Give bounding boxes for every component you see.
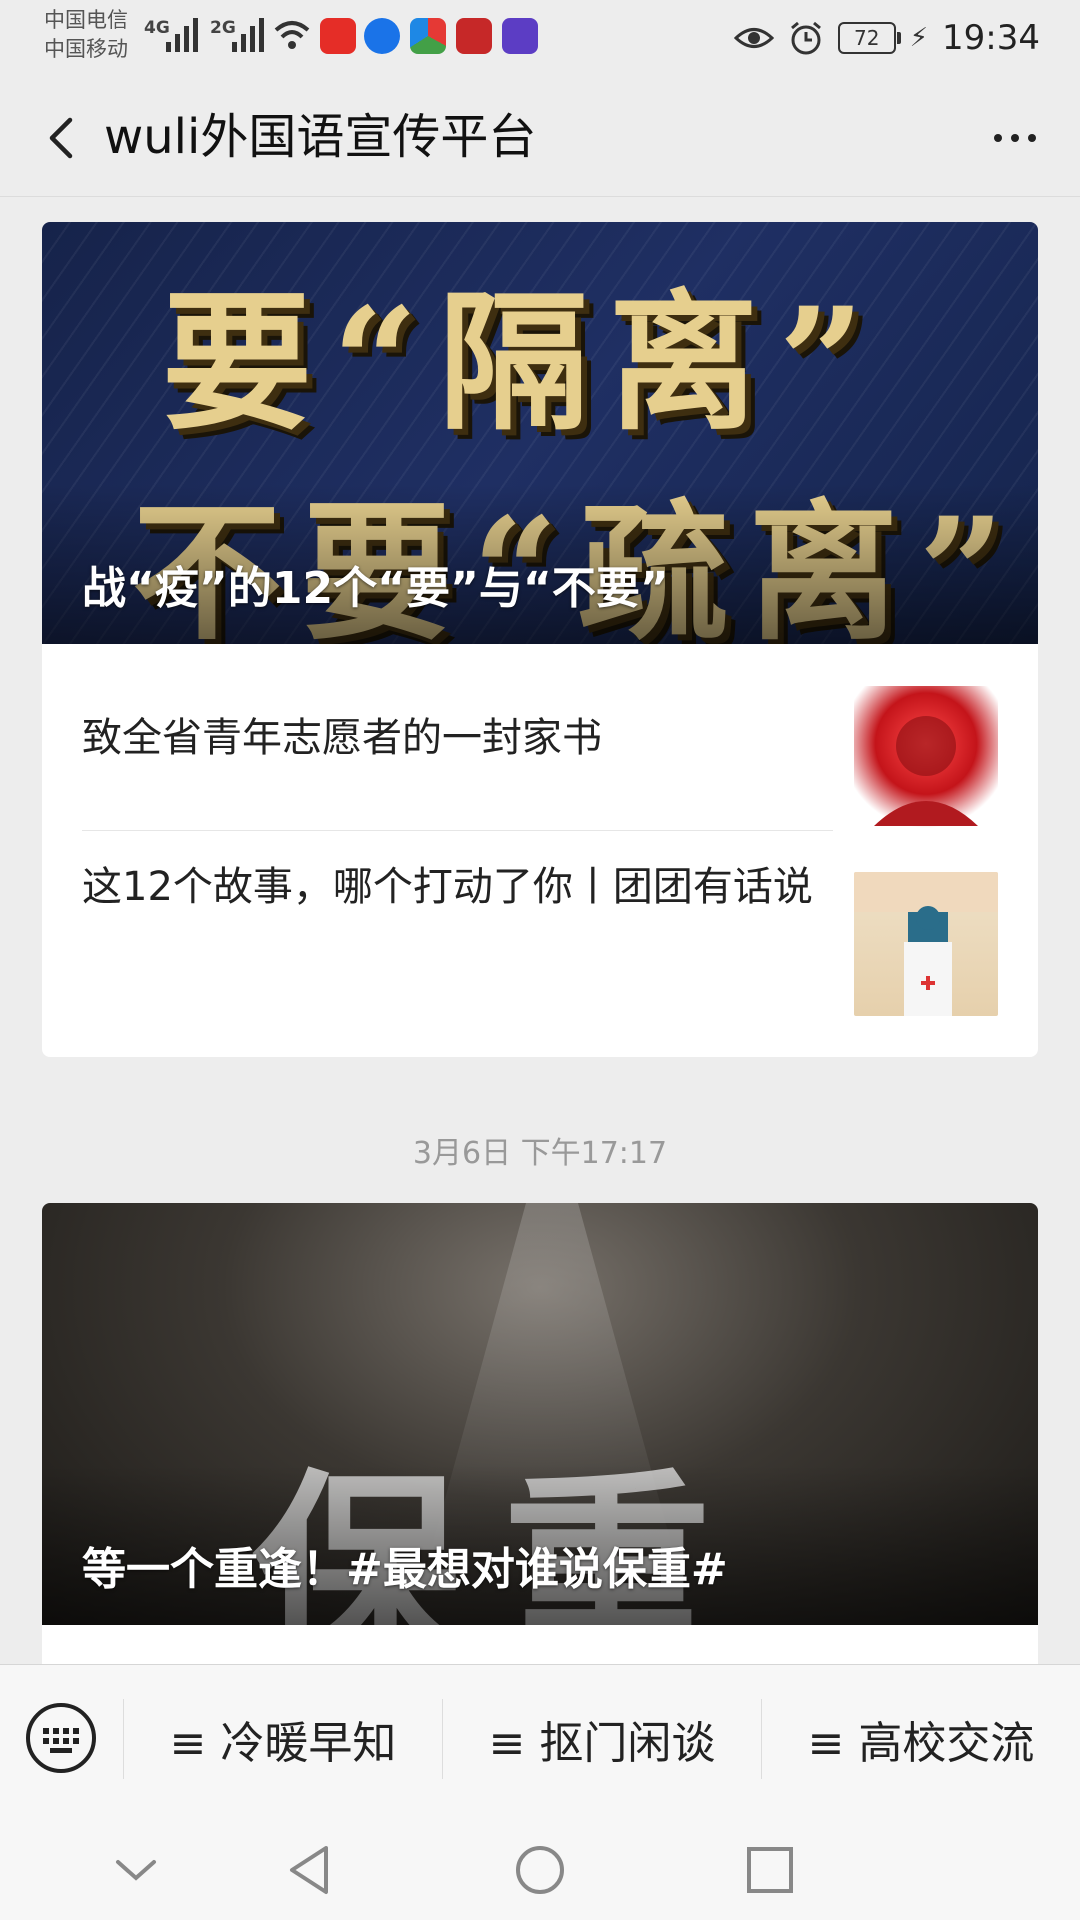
keyboard-toggle-icon[interactable]	[24, 1701, 98, 1775]
page-title: wuli外国语宣传平台	[104, 109, 537, 165]
featured-article[interactable]: 保重 等一个重逢！#最想对谁说保重#	[42, 1203, 1038, 1625]
news-icon	[410, 18, 446, 54]
carrier-labels: 中国电信 中国移动	[44, 6, 128, 64]
status-right: 72 ⚡ 19:34	[733, 10, 1040, 66]
sohu-video-icon	[320, 18, 356, 54]
back-triangle-icon[interactable]	[282, 1842, 338, 1898]
back-icon[interactable]	[32, 108, 92, 168]
wifi-icon	[274, 21, 310, 49]
home-circle-icon[interactable]	[512, 1842, 568, 1898]
chevron-down-icon[interactable]	[108, 1842, 164, 1898]
article-title: 致全省青年志愿者的一封家书	[82, 715, 602, 761]
carrier-2: 中国移动	[44, 37, 128, 61]
list-item[interactable]: 这12个故事，哪个打动了你丨团团有话说	[82, 831, 833, 1017]
music-app-icon	[502, 18, 538, 54]
featured-article[interactable]: 要“隔离” 不要“疏离” 战“疫”的12个“要”与“不要”	[42, 222, 1038, 644]
signal-bars-2-icon	[232, 18, 264, 52]
article-group-card: 要“隔离” 不要“疏离” 战“疫”的12个“要”与“不要” 致全省青年志愿者的一…	[42, 222, 1038, 1057]
timestamp: 3月6日 下午17:17	[412, 1136, 668, 1171]
cover-headline-1: 要“隔离”	[162, 275, 885, 451]
featured-article-title: 等一个重逢！#最想对谁说保重#	[82, 1544, 728, 1595]
menu-item-gaoxiao[interactable]: ≡ 高校交流	[762, 1665, 1080, 1813]
eye-icon	[733, 28, 774, 48]
browser-icon	[364, 18, 400, 54]
study-app-icon	[456, 18, 492, 54]
battery-indicator: 72	[837, 22, 901, 54]
article-group-card: 保重 等一个重逢！#最想对谁说保重#	[42, 1203, 1038, 1673]
signal-bars-1-icon	[166, 18, 198, 52]
system-nav-bar	[0, 1812, 1080, 1920]
clock: 19:34	[942, 18, 1040, 58]
status-bar: 中国电信 中国移动 4G 2G 72 ⚡ 19:34	[0, 0, 1080, 80]
recents-square-icon[interactable]	[742, 1842, 798, 1898]
more-options-icon[interactable]	[980, 108, 1050, 168]
list-item[interactable]: 致全省青年志愿者的一封家书	[82, 644, 833, 831]
charging-icon: ⚡	[909, 23, 929, 53]
nav-header: wuli外国语宣传平台	[0, 80, 1080, 197]
featured-article-title: 战“疫”的12个“要”与“不要”	[82, 563, 669, 614]
official-account-menu: ≡ 冷暖早知 ≡ 抠门闲谈 ≡ 高校交流	[0, 1664, 1080, 1813]
alarm-icon	[790, 21, 821, 55]
carrier-1: 中国电信	[44, 8, 128, 32]
article-thumbnail[interactable]	[854, 872, 998, 1016]
menu-item-koumen[interactable]: ≡ 抠门闲谈	[443, 1665, 761, 1813]
article-thumbnail[interactable]	[854, 686, 998, 830]
menu-item-lengnuan[interactable]: ≡ 冷暖早知	[124, 1665, 442, 1813]
article-title: 这12个故事，哪个打动了你丨团团有话说	[82, 864, 813, 910]
